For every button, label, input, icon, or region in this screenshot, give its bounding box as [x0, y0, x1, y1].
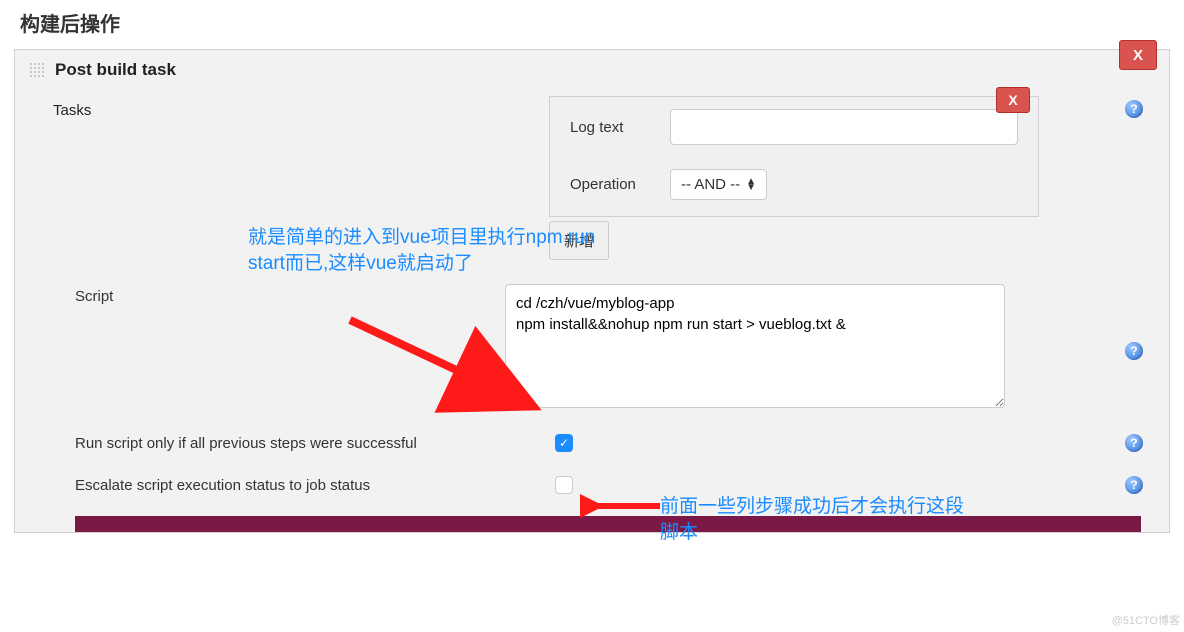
inner-panel: Tasks ? X Log text Operation -- AND -- ▲… [29, 90, 1155, 532]
close-panel-button[interactable]: X [1119, 40, 1157, 70]
escalate-status-label: Escalate script execution status to job … [75, 477, 555, 494]
operation-select[interactable]: -- AND -- ▲▼ [670, 169, 767, 200]
script-label: Script [29, 284, 159, 309]
operation-label: Operation [570, 176, 670, 193]
page-title: 构建后操作 [0, 0, 1184, 49]
script-textarea[interactable]: cd /czh/vue/myblog-app npm install&&nohu… [505, 284, 1005, 408]
section-title: Post build task [55, 60, 176, 80]
help-icon[interactable]: ? [1125, 476, 1143, 494]
log-text-input[interactable] [670, 109, 1018, 145]
select-arrows-icon: ▲▼ [746, 179, 756, 191]
section-header: Post build task [15, 50, 1169, 90]
operation-selected-value: -- AND -- [681, 176, 740, 193]
watermark: @51CTO博客 [1112, 612, 1180, 628]
close-task-button[interactable]: X [996, 87, 1030, 113]
help-icon[interactable]: ? [1125, 434, 1143, 452]
log-text-label: Log text [570, 119, 670, 136]
annotation-script-explanation: 就是简单的进入到vue项目里执行npm run start而已,这样vue就启动… [248, 225, 618, 276]
run-script-if-success-label: Run script only if all previous steps we… [75, 435, 555, 452]
bottom-divider [75, 516, 1141, 532]
run-script-if-success-checkbox[interactable]: ✓ [555, 434, 573, 452]
help-icon[interactable]: ? [1125, 342, 1143, 360]
escalate-status-checkbox[interactable] [555, 476, 573, 494]
tasks-label: Tasks [29, 96, 159, 125]
post-build-task-panel: X ? Post build task Tasks ? X Log text O… [14, 49, 1170, 533]
annotation-checkbox-explanation: 前面一些列步骤成功后才会执行这段脚本 [660, 494, 980, 545]
help-icon[interactable]: ? [1125, 100, 1143, 118]
tasks-box: X Log text Operation -- AND -- ▲▼ [549, 96, 1039, 217]
drag-handle-icon[interactable] [29, 62, 45, 78]
